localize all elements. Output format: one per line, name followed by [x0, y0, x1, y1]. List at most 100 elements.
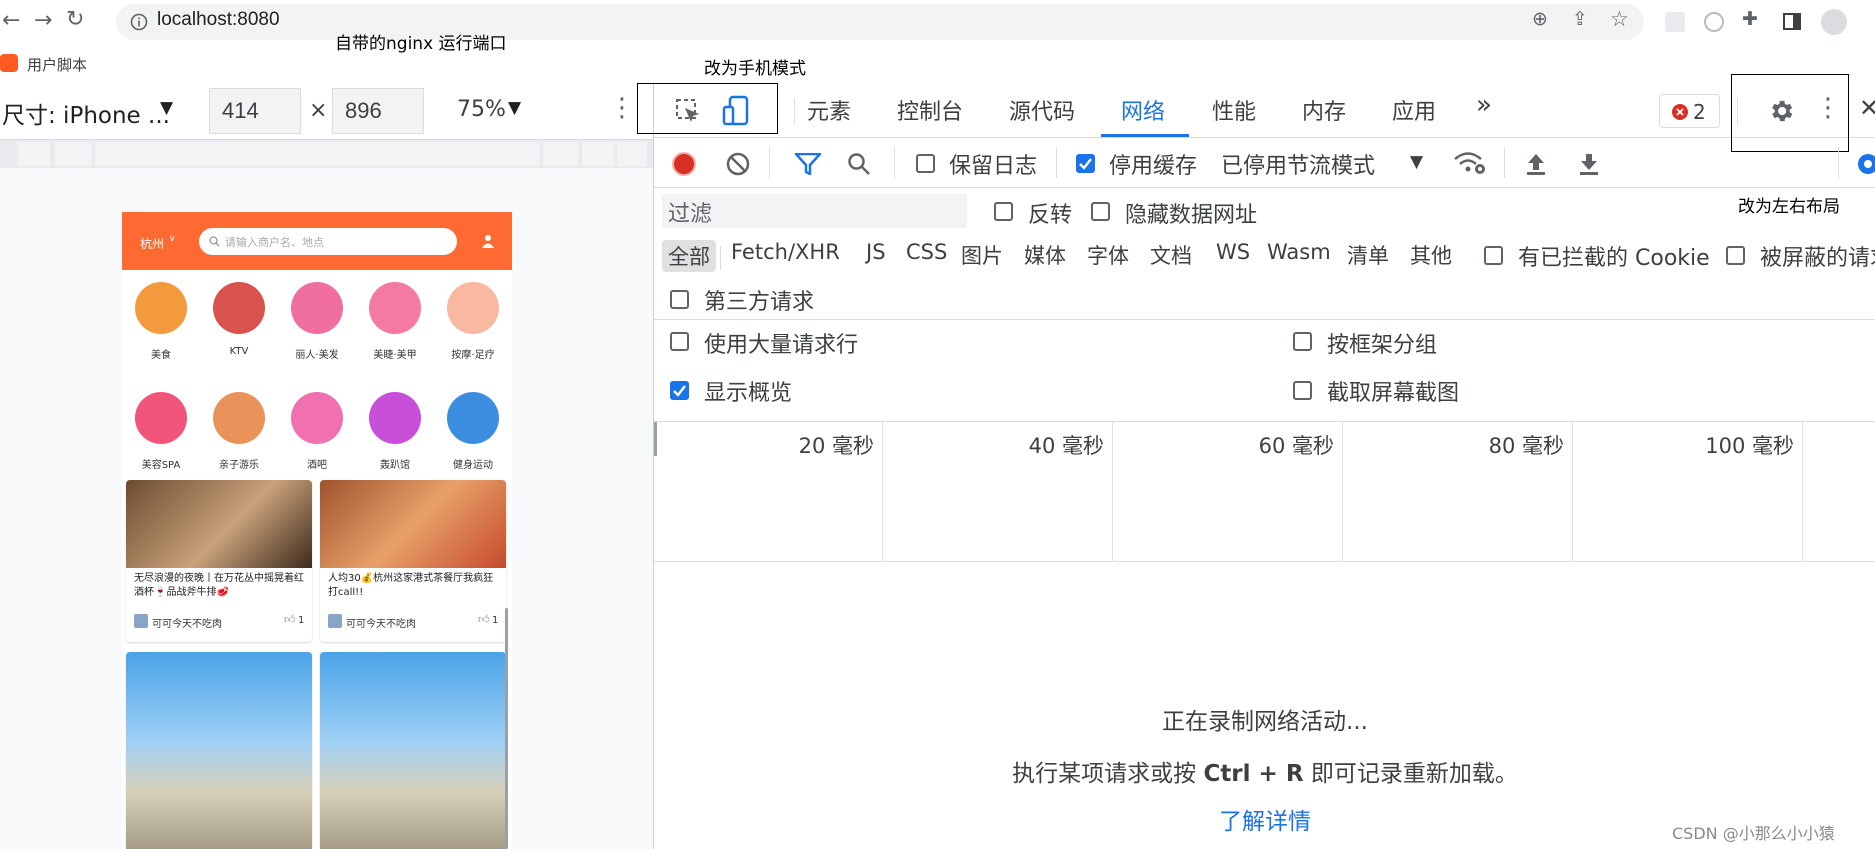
feed-card-image[interactable] — [126, 652, 312, 849]
disable-cache-checkbox[interactable] — [1076, 154, 1095, 173]
feed-card[interactable]: 人均30💰杭州这家港式茶餐厅我疯狂打call!! 可可今天不吃肉 👍︎ 1 — [320, 480, 506, 642]
side-panel-icon[interactable] — [1783, 13, 1801, 30]
feed-card-image[interactable] — [320, 652, 506, 849]
category-item[interactable]: 酒吧 — [278, 380, 356, 490]
hair-icon — [291, 282, 343, 334]
back-icon[interactable]: ← — [2, 8, 20, 33]
filter-icon[interactable] — [795, 153, 821, 175]
phone-preview[interactable]: 杭州 ∨ 请输入商户名、地点 美食 KTV 丽人·美发 美睫·美甲 按摩·足疗 … — [122, 212, 512, 849]
group-by-frame-checkbox[interactable] — [1293, 332, 1312, 351]
category-item[interactable]: 美容SPA — [122, 380, 200, 490]
tab-elements[interactable]: 元素 — [807, 94, 851, 126]
category-item[interactable]: 健身运动 — [434, 380, 512, 490]
device-select[interactable]: 尺寸: iPhone ... — [2, 96, 170, 130]
hide-data-urls-checkbox[interactable] — [1091, 202, 1110, 221]
tab-application[interactable]: 应用 — [1392, 94, 1436, 126]
bookmark-userscript[interactable]: 用户脚本 — [27, 54, 87, 75]
third-party-checkbox[interactable] — [670, 290, 689, 309]
filter-input[interactable]: 过滤 — [662, 194, 967, 228]
record-icon[interactable] — [672, 152, 696, 176]
puzzle-icon[interactable]: ✚ — [1742, 8, 1758, 30]
category-item[interactable]: 亲子游乐 — [200, 380, 278, 490]
zoom-icon[interactable]: ⊕ — [1532, 8, 1548, 30]
timeline-tick: 80 毫秒 — [1488, 434, 1564, 458]
more-tabs-icon[interactable]: » — [1476, 90, 1492, 120]
gear-icon[interactable] — [1767, 97, 1795, 125]
type-filter-row: 全部 Fetch/XHR JS CSS 图片 媒体 字体 文档 WS Wasm … — [654, 232, 1875, 276]
more-vert-icon[interactable]: ⋮ — [1815, 93, 1841, 123]
close-icon[interactable]: ✕ — [1859, 94, 1875, 122]
category-item[interactable]: 美睫·美甲 — [356, 270, 434, 380]
show-overview-checkbox[interactable] — [670, 381, 689, 400]
avatar[interactable] — [1821, 9, 1847, 35]
inspect-icon[interactable] — [675, 98, 701, 124]
category-item[interactable]: 轰趴馆 — [356, 380, 434, 490]
reload-icon[interactable]: ↻ — [66, 7, 84, 32]
extension-icon[interactable] — [1665, 12, 1685, 32]
type-filter-ws[interactable]: WS — [1216, 240, 1250, 264]
blocked-cookies-checkbox[interactable] — [1484, 246, 1503, 265]
star-icon[interactable]: ☆ — [1610, 7, 1629, 31]
type-filter-fetch-xhr[interactable]: Fetch/XHR — [731, 240, 840, 264]
category-item[interactable]: 美食 — [122, 270, 200, 380]
more-vert-icon[interactable]: ⋮ — [609, 93, 635, 123]
search-input[interactable]: 请输入商户名、地点 — [199, 228, 457, 255]
type-filter-css[interactable]: CSS — [906, 240, 947, 264]
tab-network[interactable]: 网络 — [1121, 94, 1165, 126]
category-item[interactable]: KTV — [200, 270, 278, 380]
feed-card[interactable]: 无尽浪漫的夜晚丨在万花丛中摇晃着红酒杯🍷品战斧牛排🥩 可可今天不吃肉 👍︎ 1 — [126, 480, 312, 642]
network-conditions-icon[interactable] — [1453, 150, 1487, 176]
type-filter-manifest[interactable]: 清单 — [1347, 240, 1389, 270]
type-filter-doc[interactable]: 文档 — [1150, 240, 1192, 270]
type-filter-all[interactable]: 全部 — [662, 240, 716, 272]
group-by-frame-label: 按框架分组 — [1327, 333, 1438, 358]
type-filter-media[interactable]: 媒体 — [1024, 240, 1066, 270]
share-icon[interactable]: ⇪ — [1572, 8, 1588, 30]
extension-icon[interactable] — [1704, 12, 1724, 32]
device-height-input[interactable]: 896 — [332, 88, 424, 134]
blocked-requests-checkbox[interactable] — [1726, 246, 1745, 265]
type-filter-other[interactable]: 其他 — [1410, 240, 1452, 270]
chevron-down-icon[interactable]: ▼ — [1410, 152, 1423, 172]
capture-screenshots-checkbox[interactable] — [1293, 381, 1312, 400]
timeline-handle[interactable] — [654, 422, 657, 456]
throttle-select[interactable]: 已停用节流模式 — [1221, 148, 1375, 180]
third-party-label: 第三方请求 — [704, 290, 815, 315]
avatar — [328, 614, 342, 628]
clear-icon[interactable] — [726, 152, 750, 176]
category-item[interactable]: 按摩·足疗 — [434, 270, 512, 380]
scrollbar[interactable] — [505, 608, 508, 849]
type-filter-js[interactable]: JS — [866, 240, 886, 264]
tab-memory[interactable]: 内存 — [1302, 94, 1346, 126]
user-icon[interactable] — [482, 234, 494, 248]
forward-icon[interactable]: → — [34, 8, 52, 33]
import-har-icon[interactable] — [1525, 152, 1547, 176]
tab-sources[interactable]: 源代码 — [1009, 94, 1075, 126]
network-settings-icon[interactable] — [1854, 150, 1875, 178]
like-icon[interactable]: 👍︎ — [284, 613, 296, 626]
preserve-log-checkbox[interactable] — [916, 154, 935, 173]
chevron-down-icon[interactable]: ▼ — [160, 98, 173, 118]
invert-checkbox[interactable] — [994, 202, 1013, 221]
media-query-ruler[interactable] — [0, 140, 653, 168]
city-selector[interactable]: 杭州 — [140, 235, 164, 252]
device-width-input[interactable]: 414 — [209, 88, 301, 134]
device-toggle-icon[interactable] — [722, 95, 750, 127]
category-item[interactable]: 丽人·美发 — [278, 270, 356, 380]
url-text: localhost:8080 — [157, 9, 280, 30]
type-filter-img[interactable]: 图片 — [961, 240, 1003, 270]
like-icon[interactable]: 👍︎ — [478, 613, 490, 626]
overview-timeline[interactable]: 20 毫秒 40 毫秒 60 毫秒 80 毫秒 100 毫秒 — [654, 422, 1875, 562]
type-filter-wasm[interactable]: Wasm — [1267, 240, 1331, 264]
export-har-icon[interactable] — [1578, 152, 1600, 176]
large-rows-checkbox[interactable] — [670, 332, 689, 351]
search-icon[interactable] — [847, 152, 871, 176]
zoom-select[interactable]: 75% — [457, 97, 506, 122]
error-counter[interactable]: 2 — [1659, 94, 1720, 128]
tab-performance[interactable]: 性能 — [1212, 94, 1256, 126]
type-filter-font[interactable]: 字体 — [1087, 240, 1129, 270]
invert-label: 反转 — [1028, 203, 1073, 228]
chevron-down-icon[interactable]: ▼ — [508, 98, 521, 118]
microphone-icon — [213, 282, 265, 334]
tab-console[interactable]: 控制台 — [897, 94, 963, 126]
